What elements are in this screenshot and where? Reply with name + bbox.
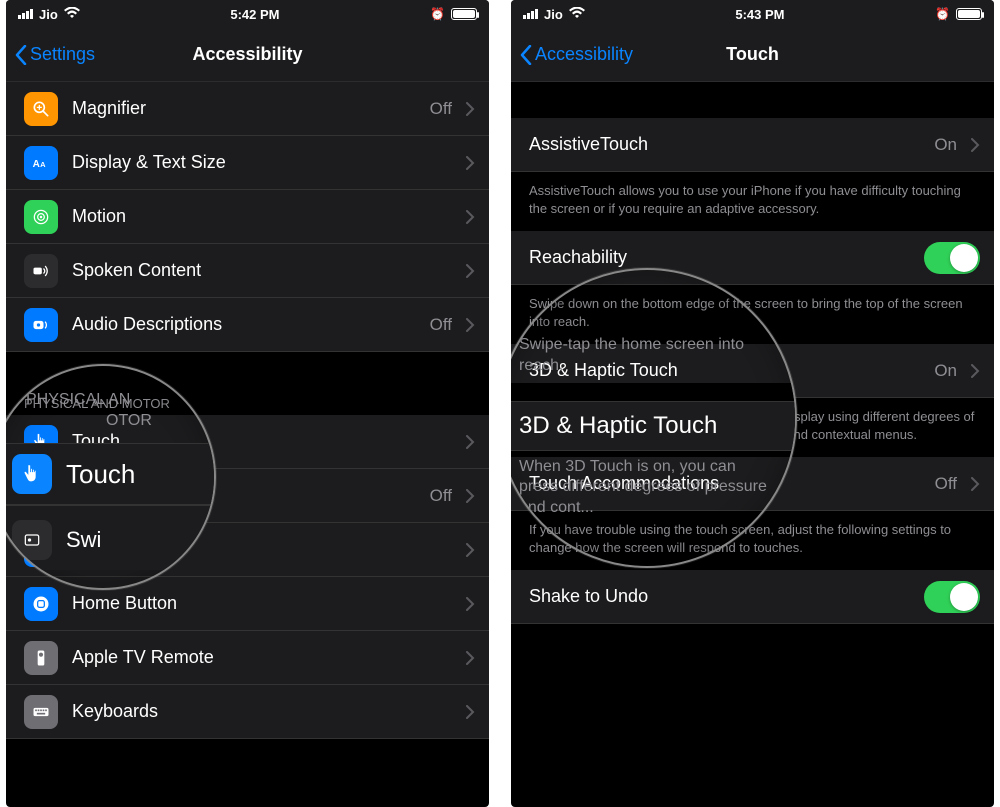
row-value: Off [430,99,452,119]
row-label: Apple TV Remote [72,647,452,668]
signal-icon [523,9,538,19]
chevron-right-icon [466,156,475,170]
appletv-icon [24,641,58,675]
row-keyboards[interactable]: Keyboards [6,685,489,739]
audiodesc-icon [24,308,58,342]
row-label: Spoken Content [72,260,452,281]
row-apple-tv-remote[interactable]: Apple TV Remote [6,631,489,685]
motion-icon [24,200,58,234]
svg-text:A: A [40,160,46,169]
wifi-icon [64,7,80,22]
back-label: Settings [30,44,95,65]
row-label: Shake to Undo [529,586,910,607]
row-spoken-content[interactable]: Spoken Content [6,244,489,298]
chevron-right-icon [466,264,475,278]
nav-bar: Settings Accessibility [6,28,489,82]
keyboards-icon [24,695,58,729]
settings-list: Magnifier Off AA Display & Text Size Motion S… [6,82,489,807]
back-button[interactable]: Accessibility [511,44,633,65]
row-label: AssistiveTouch [529,134,920,155]
row-value: Off [430,315,452,335]
phone-left: Jio 5:42 PM ⏰ Settings Accessibility Mag… [6,0,489,807]
row-value: On [934,361,957,381]
chevron-right-icon [971,364,980,378]
status-bar: Jio 5:43 PM ⏰ [511,0,994,28]
chevron-right-icon [971,138,980,152]
magnifier-icon [24,92,58,126]
section-header-physical: PHYSICAL AND MOTOR [6,388,489,415]
clock: 5:42 PM [230,7,279,22]
carrier-label: Jio [544,7,563,22]
chevron-right-icon [466,597,475,611]
row-label: 3D & Haptic Touch [529,360,920,381]
signal-icon [18,9,33,19]
battery-icon [451,8,477,20]
row-3d-haptic[interactable]: 3D & Haptic Touch On [511,344,994,398]
wifi-icon [569,7,585,22]
status-bar: Jio 5:42 PM ⏰ [6,0,489,28]
switchcontrol-icon [24,479,58,513]
row-touch-accommodations[interactable]: Touch Accommodations Off [511,457,994,511]
chevron-right-icon [466,318,475,332]
row-motion[interactable]: Motion [6,190,489,244]
toggle-shake-undo[interactable] [924,581,980,613]
clock: 5:43 PM [735,7,784,22]
row-value: On [934,135,957,155]
row-label: Display & Text Size [72,152,452,173]
spoken-icon [24,254,58,288]
row-label: Voice Control [72,539,452,560]
homebutton-icon [24,587,58,621]
touch-settings-list: AssistiveTouch On AssistiveTouch allows … [511,82,994,807]
row-display-text-size[interactable]: AA Display & Text Size [6,136,489,190]
row-touch[interactable]: Touch [6,415,489,469]
textsize-icon: AA [24,146,58,180]
chevron-right-icon [466,489,475,503]
row-label: Switch Control [72,485,416,506]
row-label: Touch Accommodations [529,473,921,494]
footer-reachability: Swipe down on the bottom edge of the scr… [511,285,994,344]
row-shake-undo[interactable]: Shake to Undo [511,570,994,624]
chevron-right-icon [466,651,475,665]
chevron-right-icon [466,705,475,719]
row-home-button[interactable]: Home Button [6,577,489,631]
row-label: Motion [72,206,452,227]
row-voice-control[interactable]: Voice Control [6,523,489,577]
svg-text:A: A [33,159,40,170]
row-label: Keyboards [72,701,452,722]
row-reachability[interactable]: Reachability [511,231,994,285]
row-magnifier[interactable]: Magnifier Off [6,82,489,136]
row-audio-descriptions[interactable]: Audio Descriptions Off [6,298,489,352]
row-switch-control[interactable]: Switch Control Off [6,469,489,523]
row-value: Off [935,474,957,494]
row-label: Reachability [529,247,910,268]
footer-assistivetouch: AssistiveTouch allows you to use your iP… [511,172,994,231]
row-label: Audio Descriptions [72,314,416,335]
footer-haptic: When 3D Touch is on, you can press on th… [511,398,994,457]
toggle-reachability[interactable] [924,242,980,274]
chevron-right-icon [466,435,475,449]
chevron-right-icon [466,543,475,557]
row-label: Touch [72,431,452,452]
touch-icon [24,425,58,459]
phone-right: Jio 5:43 PM ⏰ Accessibility Touch Assist… [511,0,994,807]
nav-bar: Accessibility Touch [511,28,994,82]
row-value: Off [430,486,452,506]
carrier-label: Jio [39,7,58,22]
chevron-right-icon [466,102,475,116]
back-button[interactable]: Settings [6,44,95,65]
chevron-right-icon [466,210,475,224]
chevron-left-icon [519,45,533,65]
back-label: Accessibility [535,44,633,65]
battery-icon [956,8,982,20]
row-label: Home Button [72,593,452,614]
footer-accommodations: If you have trouble using the touch scre… [511,511,994,570]
row-assistivetouch[interactable]: AssistiveTouch On [511,118,994,172]
row-label: Magnifier [72,98,416,119]
alarm-icon: ⏰ [935,7,950,21]
chevron-right-icon [971,477,980,491]
voicecontrol-icon [24,533,58,567]
alarm-icon: ⏰ [430,7,445,21]
chevron-left-icon [14,45,28,65]
